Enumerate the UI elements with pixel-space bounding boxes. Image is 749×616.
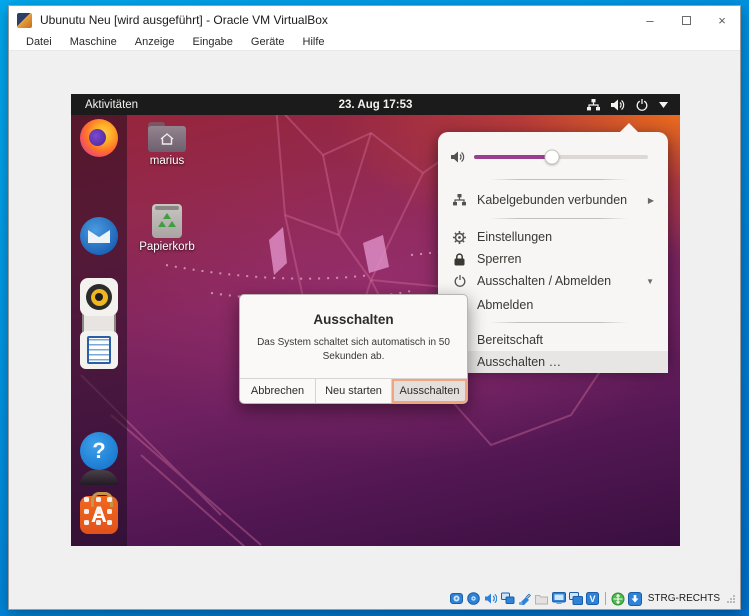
dock: A ? [71,115,127,546]
statusbar: V STRG-RECHTS [9,588,740,609]
menu-item-label: Ausschalten / Abmelden [477,274,646,288]
desktop-icon-label: marius [129,155,205,167]
trash-icon [152,204,182,238]
shared-folders-icon[interactable] [535,592,549,606]
shutdown-dialog: Ausschalten Das System schaltet sich aut… [239,294,468,404]
speaker-ring-inner [91,289,108,306]
volume-icon [451,151,465,163]
volume-fill [474,155,552,159]
harddisk-icon[interactable] [450,592,464,606]
titlebar[interactable]: Ubunutu Neu [wird ausgeführt] - Oracle V… [9,6,740,34]
menu-item-label: Abmelden [477,298,654,312]
menu-eingabe[interactable]: Eingabe [184,36,242,48]
libreoffice-writer-icon[interactable] [80,331,118,369]
speaker-dot [95,293,103,301]
menu-item-label: Sperren [477,252,654,266]
menu-item-network[interactable]: Kabelgebunden verbunden ▶ [438,189,668,211]
windows-desktop: Ubunutu Neu [wird ausgeführt] - Oracle V… [0,0,749,616]
speaker-ring [86,284,112,310]
show-applications-icon[interactable] [84,497,114,527]
window-title: Ubunutu Neu [wird ausgeführt] - Oracle V… [40,13,328,27]
help-icon[interactable]: ? [80,432,118,470]
virtualbox-window: Ubunutu Neu [wird ausgeführt] - Oracle V… [8,5,741,610]
desktop-icon-home[interactable]: marius [129,122,205,167]
keyboard-capture-icon[interactable] [628,592,642,606]
menu-item-logout[interactable]: Abmelden [438,294,668,316]
statusbar-separator [605,592,606,605]
menu-item-shutdown[interactable]: Ausschalten … [438,351,668,373]
trash-lid [155,206,179,210]
window-controls: – × [632,6,740,34]
restart-button[interactable]: Neu starten [316,379,392,403]
host-key-label: STRG-RECHTS [648,593,720,604]
volume-handle[interactable] [545,150,560,165]
firefox-icon[interactable] [80,119,118,157]
power-icon [451,275,468,287]
rhythmbox-icon[interactable] [80,278,118,316]
volume-slider-row [438,142,668,172]
svg-text:V: V [590,594,596,604]
chevron-down-icon [659,102,668,108]
menu-anzeige[interactable]: Anzeige [126,36,184,48]
network-adapters-icon[interactable] [501,592,515,606]
separator [490,179,628,180]
power-icon [636,99,648,111]
close-button[interactable]: × [704,6,740,34]
features-icon[interactable]: V [586,592,600,606]
menu-datei[interactable]: Datei [17,36,61,48]
gnome-top-bar: Aktivitäten 23. Aug 17:53 [71,94,680,115]
mound-icon[interactable] [80,470,118,485]
lock-icon [451,253,468,266]
maximize-icon [682,16,691,25]
menu-hilfe[interactable]: Hilfe [294,36,334,48]
desktop-icon-trash[interactable]: Papierkorb [129,204,205,253]
separator [490,322,628,323]
maximize-button[interactable] [668,6,704,34]
menu-item-settings[interactable]: Einstellungen [438,226,668,248]
network-wired-icon [451,194,468,206]
house-glyph [159,132,175,146]
thunderbird-icon[interactable] [80,217,118,255]
dialog-body: Das System schaltet sich automatisch in … [254,336,453,363]
separator [490,218,628,219]
dialog-buttons: Abbrechen Neu starten Ausschalten [240,378,467,403]
resize-grip[interactable] [727,595,735,603]
display-icon[interactable] [552,592,566,606]
usb-icon[interactable] [518,592,532,606]
popup-arrow [619,123,639,133]
folder-body [148,126,186,152]
mouse-integration-icon[interactable] [611,592,625,606]
network-wired-icon [587,99,600,111]
home-folder-icon [148,122,186,152]
document-page [87,336,111,364]
system-tray[interactable] [587,99,680,111]
minimize-button[interactable]: – [632,6,668,34]
dialog-title: Ausschalten [240,312,467,327]
menu-item-label: Bereitschaft [477,333,654,347]
menu-item-label: Kabelgebunden verbunden [477,193,648,207]
optical-disc-icon[interactable] [467,592,481,606]
submenu-arrow-icon: ▶ [648,196,654,205]
menu-maschine[interactable]: Maschine [61,36,126,48]
menubar: Datei Maschine Anzeige Eingabe Geräte Hi… [9,34,740,51]
menu-item-power[interactable]: Ausschalten / Abmelden ▼ [438,270,668,292]
cancel-button[interactable]: Abbrechen [240,379,316,403]
menu-item-label: Einstellungen [477,230,654,244]
volume-slider[interactable] [474,155,648,159]
guest-screen: Aktivitäten 23. Aug 17:53 [71,94,680,546]
system-menu: Kabelgebunden verbunden ▶ [438,132,668,367]
shutdown-button[interactable]: Ausschalten [392,379,467,403]
recording-icon[interactable] [569,592,583,606]
gear-icon [451,231,468,244]
menu-item-label: Ausschalten … [477,355,654,369]
volume-icon [611,99,625,111]
virtualbox-app-icon [17,13,32,28]
recycle-glyph [158,213,176,230]
chevron-down-icon: ▼ [646,277,654,286]
desktop-icon-label: Papierkorb [129,241,205,253]
audio-icon[interactable] [484,592,498,606]
menu-item-suspend[interactable]: Bereitschaft [438,329,668,351]
menu-item-lock[interactable]: Sperren [438,248,668,270]
menu-geraete[interactable]: Geräte [242,36,294,48]
